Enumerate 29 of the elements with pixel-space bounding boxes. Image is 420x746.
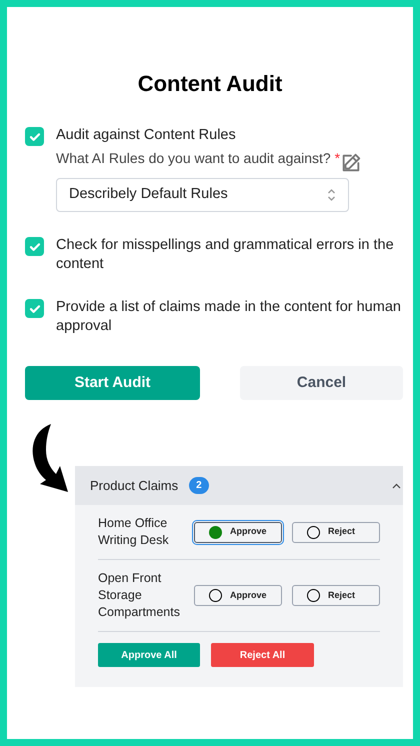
claim-name: Home Office Writing Desk <box>98 515 170 549</box>
checkmark-icon <box>28 302 40 314</box>
claim-name: Open Front Storage Compartments <box>98 570 181 621</box>
checkmark-icon <box>28 240 40 252</box>
field-label: What AI Rules do you want to audit against? * <box>56 149 340 168</box>
radio-icon <box>209 589 222 602</box>
choice-button[interactable]: Approve <box>194 585 282 606</box>
checkbox[interactable] <box>25 237 44 256</box>
checkbox[interactable] <box>25 299 44 318</box>
choice-button[interactable]: Reject <box>292 585 380 606</box>
option-label: Provide a list of claims made in the content for human approval <box>56 298 402 336</box>
panel-header[interactable]: Product Claims 2 <box>75 466 403 505</box>
reject-all-button[interactable]: Reject All <box>211 643 314 667</box>
count-badge: 2 <box>189 477 209 494</box>
dialog-title: Content Audit <box>136 70 284 98</box>
option-label: Check for misspellings and grammatical errors in the content <box>56 236 395 274</box>
panel-title: Product Claims <box>90 476 178 495</box>
rules-select[interactable]: Describely Default Rules <box>56 178 349 212</box>
checkmark-icon <box>28 130 40 142</box>
radio-icon <box>307 589 320 602</box>
chevron-updown-icon <box>327 188 336 202</box>
option-label: Audit against Content Rules <box>56 126 237 145</box>
pencil-icon[interactable] <box>340 152 362 174</box>
checkbox[interactable] <box>25 127 44 146</box>
radio-icon <box>307 526 320 538</box>
cancel-button[interactable]: Cancel <box>240 366 403 400</box>
choice-button[interactable]: Reject <box>292 522 380 542</box>
choice-button[interactable]: Approve <box>194 522 282 542</box>
radio-icon <box>209 526 222 538</box>
